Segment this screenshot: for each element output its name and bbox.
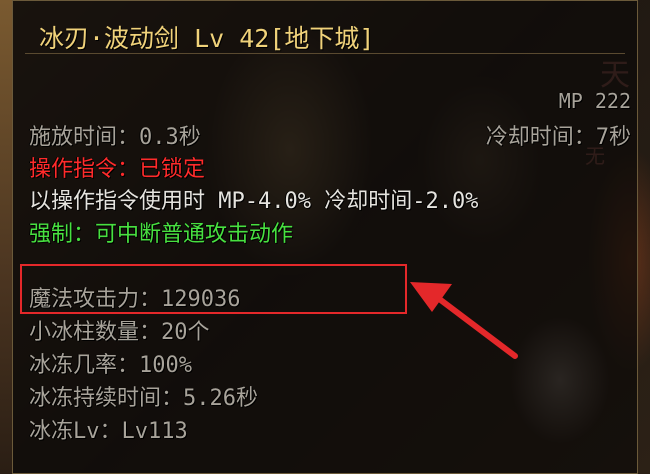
cast-time: 施放时间：0.3秒 bbox=[29, 125, 201, 150]
command-bonus: 以操作指令使用时 MP-4.0% 冷却时间-2.0% bbox=[29, 189, 479, 214]
freeze-level-stat: 冰冻Lv：Lv113 bbox=[29, 419, 188, 444]
skill-title: 冰刃·波动剑 Lv 42[地下城] bbox=[39, 24, 375, 53]
freeze-chance-stat: 冰冻几率：100% bbox=[29, 353, 192, 378]
mp-cost: MP 222 bbox=[558, 89, 631, 113]
highlight-box bbox=[20, 264, 407, 314]
freeze-duration-stat: 冰冻持续时间：5.26秒 bbox=[29, 386, 258, 411]
ui-side-strip bbox=[0, 0, 12, 474]
skill-tooltip: 冰刃·波动剑 Lv 42[地下城] MP 222 施放时间：0.3秒 冷却时间：… bbox=[12, 0, 638, 474]
command-line: 操作指令：已锁定 bbox=[29, 151, 205, 183]
force-label: 强制 bbox=[29, 222, 74, 247]
force-line: 强制：可中断普通攻击动作 bbox=[29, 216, 293, 248]
ice-pillar-count-stat: 小冰柱数量：20个 bbox=[29, 320, 210, 345]
tooltip-title-bar: 冰刃·波动剑 Lv 42[地下城] bbox=[25, 9, 625, 54]
command-separator: ： bbox=[117, 157, 140, 182]
command-label: 操作指令 bbox=[29, 157, 118, 182]
force-value: 可中断普通攻击动作 bbox=[95, 222, 294, 247]
command-status: 已锁定 bbox=[139, 157, 206, 182]
cooldown-time: 冷却时间：7秒 bbox=[485, 125, 631, 150]
force-separator: ： bbox=[73, 222, 96, 247]
